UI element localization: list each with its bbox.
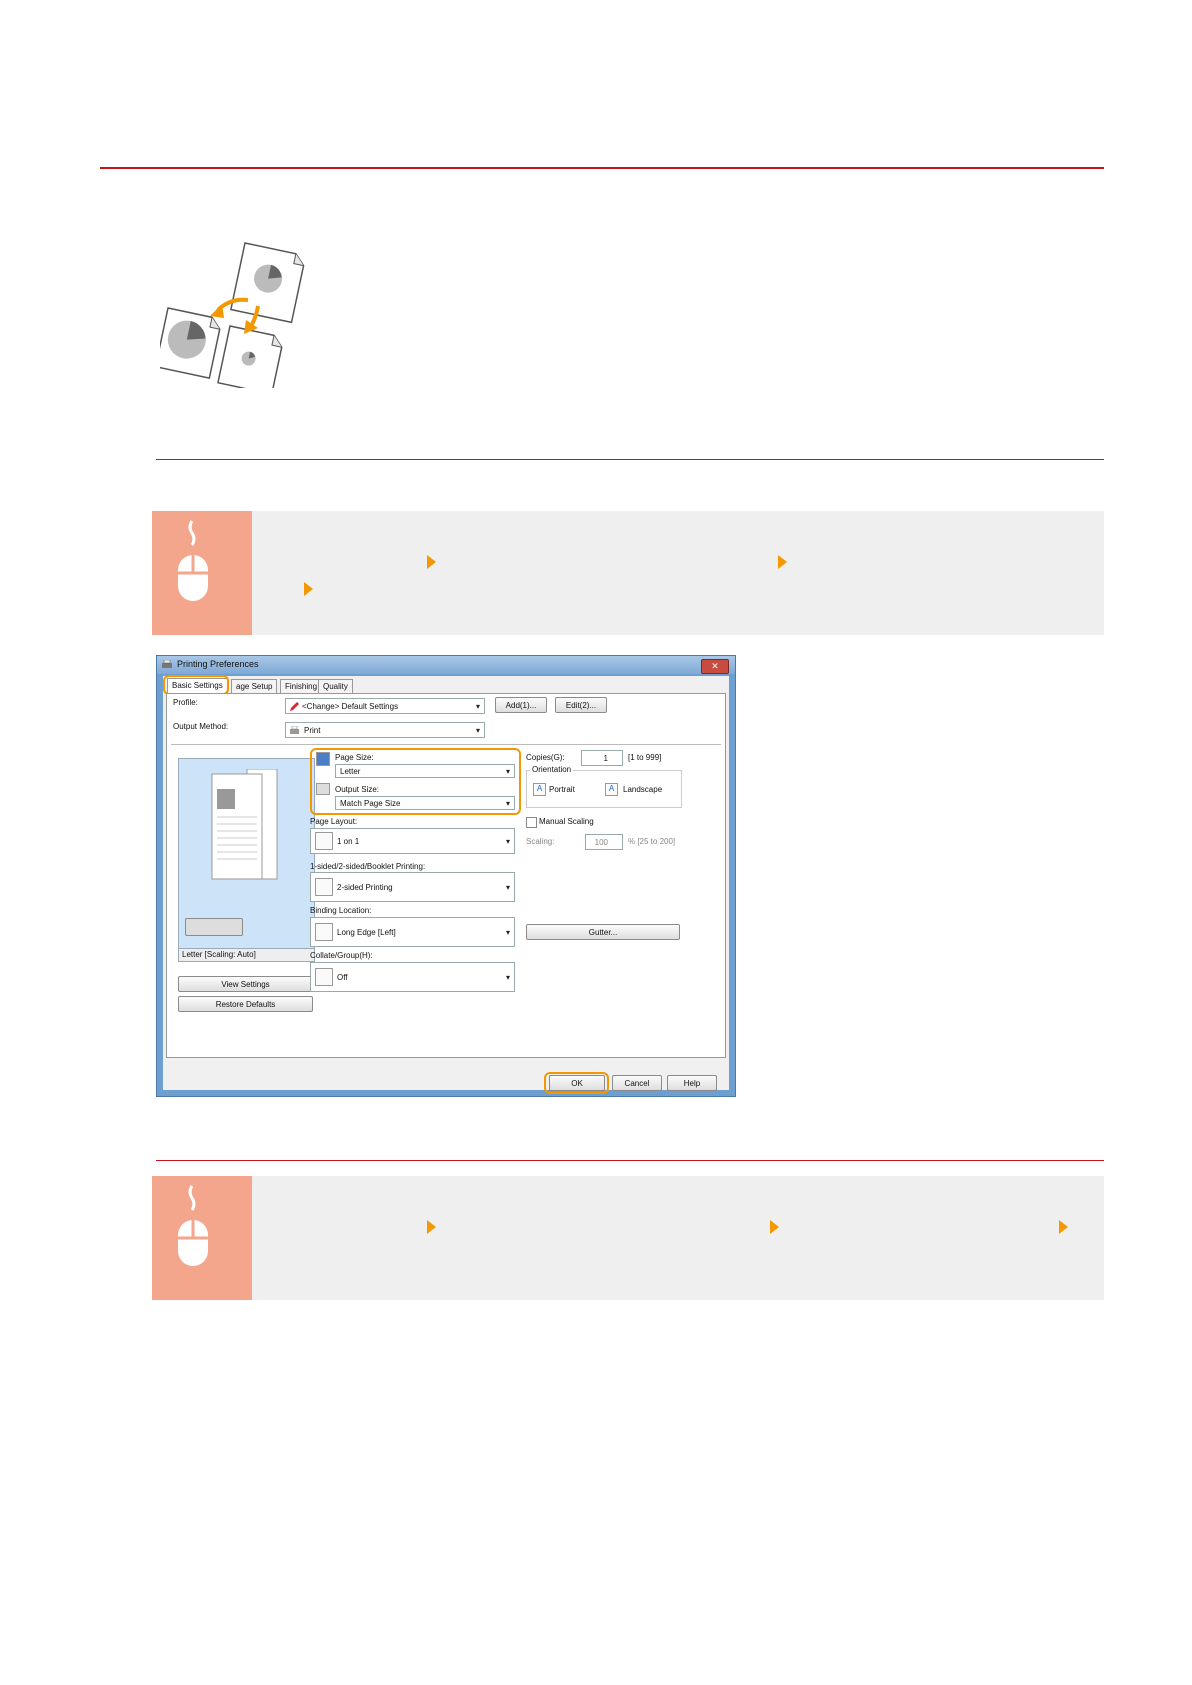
printer-icon — [290, 726, 299, 734]
output-method-value: Print — [304, 726, 321, 735]
divider — [171, 744, 721, 745]
output-size-label: Output Size: — [335, 785, 380, 794]
sided-printing-label: 1-sided/2-sided/Booklet Printing: — [310, 862, 426, 871]
arrow-icon — [427, 555, 436, 569]
help-button[interactable]: Help — [667, 1075, 717, 1091]
arrow-icon — [1059, 1220, 1068, 1234]
ok-button[interactable]: OK — [549, 1075, 605, 1091]
highlight-basic-settings — [163, 675, 229, 695]
sided-printing-select[interactable]: 2-sided Printing — [310, 872, 515, 903]
page-size-label: Page Size: — [335, 753, 374, 762]
basic-settings-panel: Profile: <Change> Default Settings Add(1… — [166, 693, 726, 1058]
procedure-icon-area — [152, 511, 252, 635]
preview-pane — [178, 758, 315, 950]
binding-location-label: Binding Location: — [310, 906, 372, 915]
sided-printing-icon — [315, 878, 333, 896]
header-rule — [100, 167, 1104, 169]
procedure-box — [152, 1176, 1104, 1300]
copies-range: [1 to 999] — [628, 753, 662, 762]
mouse-icon — [178, 520, 208, 601]
preview-caption-box: Letter [Scaling: Auto] — [178, 948, 315, 962]
profile-value: <Change> Default Settings — [302, 702, 399, 711]
page-layout-select[interactable]: 1 on 1 — [310, 828, 515, 855]
output-method-select[interactable]: Print — [285, 722, 485, 739]
output-method-label: Output Method: — [173, 722, 229, 731]
procedure-box — [152, 511, 1104, 635]
scaling-range: % [25 to 200] — [628, 837, 676, 846]
section-rule — [156, 459, 1104, 460]
view-settings-button[interactable]: View Settings — [178, 976, 313, 992]
orientation-label: Orientation — [530, 765, 574, 774]
collate-select[interactable]: Off — [310, 962, 515, 993]
pencil-icon — [290, 702, 299, 711]
tab-quality[interactable]: Quality — [318, 679, 353, 694]
close-icon[interactable]: ✕ — [701, 659, 729, 674]
page-layout-icon — [315, 832, 333, 850]
dialog-titlebar: Printing Preferences ✕ — [157, 656, 735, 674]
printer-icon — [162, 660, 172, 668]
edit-profile-button[interactable]: Edit(2)... — [555, 697, 607, 713]
output-size-icon — [316, 783, 330, 795]
collate-icon — [315, 968, 333, 986]
add-profile-button[interactable]: Add(1)... — [495, 697, 547, 713]
section-rule — [156, 1160, 1104, 1161]
cancel-button[interactable]: Cancel — [612, 1075, 662, 1091]
profile-label: Profile: — [173, 698, 198, 707]
page-size-icon — [316, 752, 330, 766]
manual-scaling-checkbox[interactable] — [526, 817, 537, 828]
procedure-icon-area — [152, 1176, 252, 1300]
collate-label: Collate/Group(H): — [310, 951, 373, 960]
profile-select[interactable]: <Change> Default Settings — [285, 698, 485, 715]
mouse-icon — [178, 1185, 208, 1266]
copies-label: Copies(G): — [526, 753, 565, 762]
arrow-icon — [427, 1220, 436, 1234]
gutter-button[interactable]: Gutter... — [526, 924, 680, 940]
scaling-label: Scaling: — [526, 837, 555, 846]
page-layout-label: Page Layout: — [310, 817, 358, 826]
scaling-spinner[interactable]: 100 — [585, 834, 623, 850]
copies-spinner[interactable]: 1 — [581, 750, 623, 766]
manual-scaling-label: Manual Scaling — [539, 817, 594, 826]
dialog-body: Basic Settings age Setup Finishing Quali… — [163, 675, 729, 1094]
page-preview-image — [211, 769, 278, 880]
tab-finishing[interactable]: Finishing — [280, 679, 323, 694]
landscape-radio[interactable]: Landscape — [623, 785, 662, 794]
portrait-radio[interactable]: Portrait — [549, 785, 575, 794]
binding-location-select[interactable]: Long Edge [Left] — [310, 917, 515, 948]
landscape-icon: A — [605, 783, 618, 796]
arrow-icon — [778, 555, 787, 569]
arrow-icon — [304, 582, 313, 596]
preview-caption: Letter [Scaling: Auto] — [182, 950, 256, 959]
restore-defaults-button[interactable]: Restore Defaults — [178, 996, 313, 1012]
arrow-icon — [770, 1220, 779, 1234]
paper-scaling-illustration — [160, 242, 305, 388]
portrait-icon: A — [533, 783, 546, 796]
dialog-title: Printing Preferences — [177, 659, 259, 669]
output-size-select[interactable]: Match Page Size — [335, 796, 515, 811]
page-size-select[interactable]: Letter — [335, 764, 515, 779]
preview-mode-buttons[interactable] — [185, 918, 243, 936]
printing-preferences-dialog: Printing Preferences ✕ Basic Settings ag… — [156, 655, 736, 1097]
tab-page-setup[interactable]: age Setup — [231, 679, 278, 694]
binding-location-icon — [315, 923, 333, 941]
